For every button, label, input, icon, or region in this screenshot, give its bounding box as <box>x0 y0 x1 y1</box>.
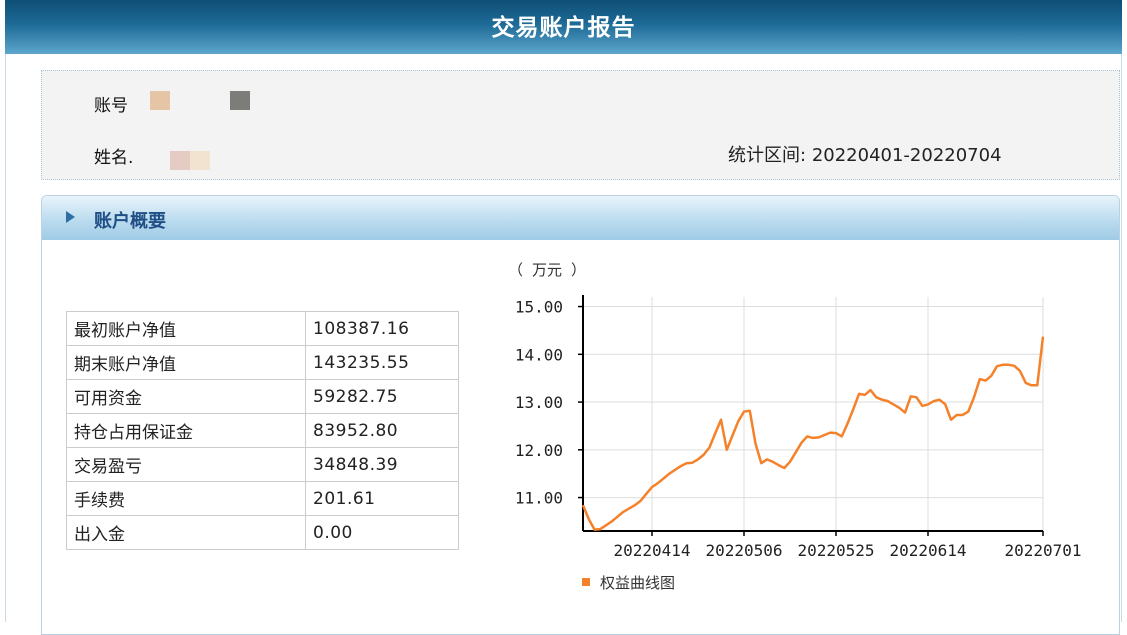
table-row: 持仓占用保证金 83952.80 <box>66 413 459 448</box>
x-axis-ticks: 20220414 20220506 20220525 20220614 20220701 <box>613 531 1082 560</box>
row-value: 143235.55 <box>305 345 459 380</box>
row-label: 交易盈亏 <box>66 447 306 482</box>
row-label: 出入金 <box>66 515 306 550</box>
x-tick-label: 20220414 <box>613 541 690 560</box>
name-masked-end <box>190 151 210 170</box>
section-title: 账户概要 <box>94 211 166 232</box>
legend-swatch <box>582 578 590 586</box>
x-tick-label: 20220614 <box>889 541 966 560</box>
x-tick-label: 20220525 <box>797 541 874 560</box>
y-tick-label: 11.00 <box>515 489 563 508</box>
row-value: 201.61 <box>305 481 459 516</box>
expand-arrow-icon[interactable] <box>66 211 75 223</box>
row-label: 手续费 <box>66 481 306 516</box>
equity-line-chart: （ 万元 ） 11.00 12.00 13.00 14.00 15.00 2022041… <box>508 261 1082 592</box>
row-value: 59282.75 <box>305 379 459 414</box>
row-label: 期末账户净值 <box>66 345 306 380</box>
table-row: 可用资金 59282.75 <box>66 379 459 414</box>
row-label: 可用资金 <box>66 379 306 414</box>
row-label: 最初账户净值 <box>66 311 306 346</box>
account-info-box: 账号 姓名. 统计区间: 20220401-20220704 <box>41 70 1120 180</box>
row-value: 0.00 <box>305 515 459 550</box>
table-row: 手续费 201.61 <box>66 481 459 516</box>
name-masked <box>170 151 190 170</box>
section-header[interactable]: 账户概要 <box>42 196 1119 240</box>
table-row: 出入金 0.00 <box>66 515 459 550</box>
legend-label: 权益曲线图 <box>600 574 675 592</box>
chart-grid <box>583 297 1044 531</box>
name-label: 姓名. <box>94 148 134 168</box>
y-tick-label: 15.00 <box>515 298 563 317</box>
report-title: 交易账户报告 <box>5 0 1122 54</box>
period-value: 20220401-20220704 <box>811 145 1002 166</box>
statistics-period: 统计区间: 20220401-20220704 <box>728 141 1002 167</box>
account-label: 账号 <box>94 96 128 116</box>
y-axis-ticks: 11.00 12.00 13.00 14.00 15.00 <box>515 298 583 508</box>
row-value: 34848.39 <box>305 447 459 482</box>
table-row: 交易盈亏 34848.39 <box>66 447 459 482</box>
account-number-masked <box>150 91 170 110</box>
summary-table: 最初账户净值 108387.16 期末账户净值 143235.55 可用资金 5928… <box>66 311 459 550</box>
row-value: 83952.80 <box>305 413 459 448</box>
y-tick-label: 12.00 <box>515 441 563 460</box>
table-row: 最初账户净值 108387.16 <box>66 311 459 346</box>
period-label: 统计区间: <box>728 145 807 166</box>
row-label: 持仓占用保证金 <box>66 413 306 448</box>
x-tick-label: 20220506 <box>705 541 782 560</box>
y-tick-label: 13.00 <box>515 393 563 412</box>
x-tick-label: 20220701 <box>1004 541 1081 560</box>
row-value: 108387.16 <box>305 311 459 346</box>
y-tick-label: 14.00 <box>515 345 563 364</box>
account-number-masked-end <box>230 91 250 110</box>
chart-unit-label: （ 万元 ） <box>508 261 586 279</box>
table-row: 期末账户净值 143235.55 <box>66 345 459 380</box>
